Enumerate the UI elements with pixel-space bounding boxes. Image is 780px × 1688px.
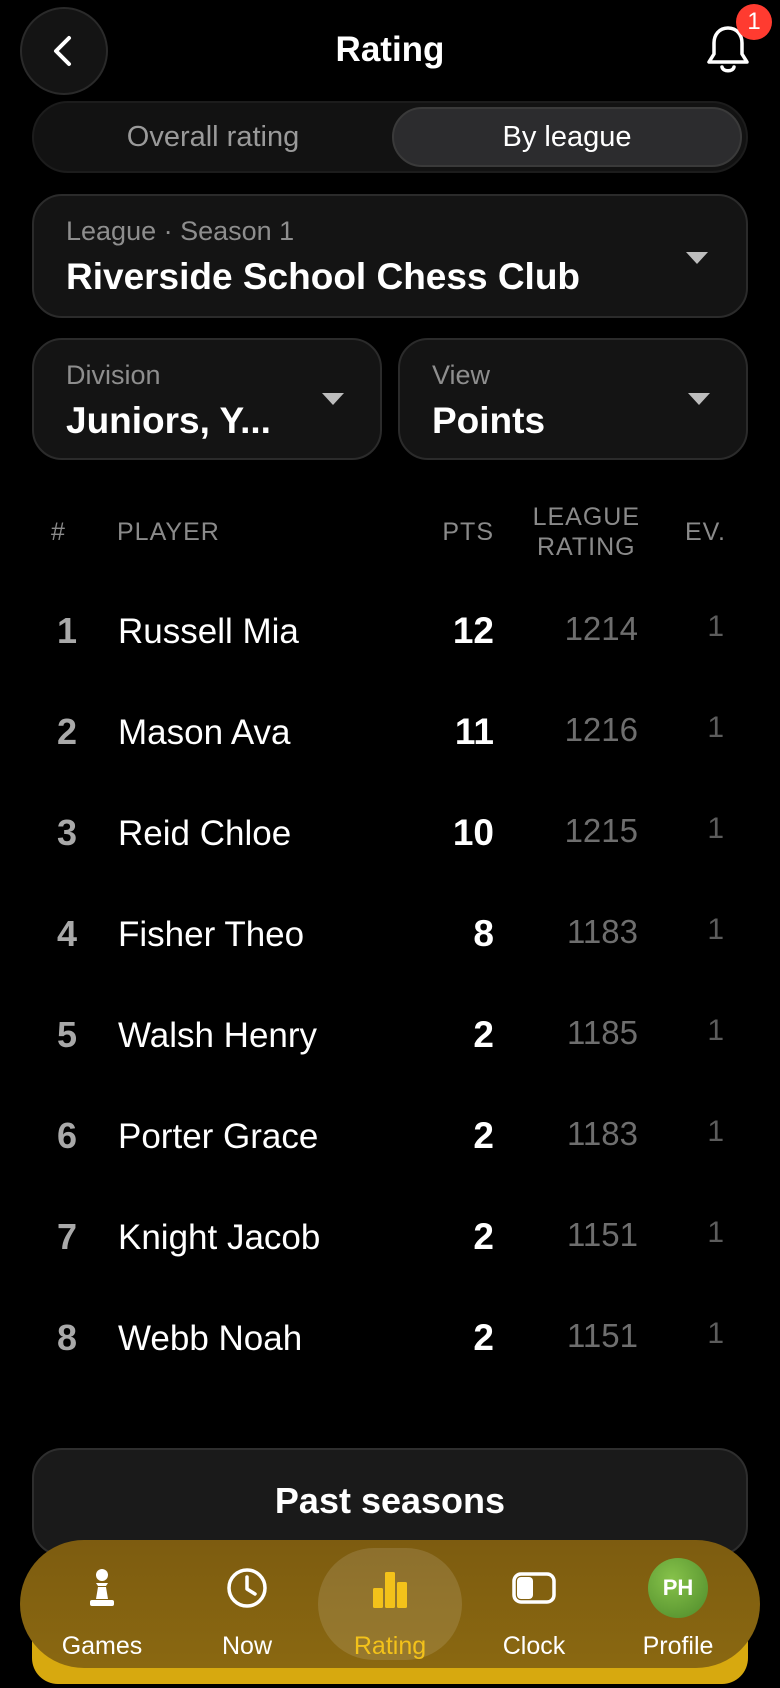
row-rank: 3 (56, 812, 78, 853)
row-events: 1 (707, 812, 724, 845)
tab-rating-label: Rating (353, 1632, 427, 1660)
tab-games-label: Games (61, 1632, 143, 1660)
avatar: PH (648, 1558, 708, 1618)
table-row[interactable]: 5 Walsh Henry 2 1185 1 (0, 1014, 780, 1114)
row-rank: 4 (56, 913, 78, 954)
table-row[interactable]: 6 Porter Grace 2 1183 1 (0, 1115, 780, 1215)
column-header-events: EV. (684, 518, 726, 546)
row-rank: 5 (56, 1014, 78, 1055)
row-points: 12 (452, 610, 494, 651)
column-header-league-rating: LEAGUE RATING (533, 502, 640, 562)
row-league-rating: 1151 (567, 1317, 638, 1354)
view-select-label: View (432, 360, 491, 390)
row-points: 10 (452, 812, 494, 853)
page-title: Rating (335, 30, 445, 69)
view-select-value: Points (432, 400, 546, 441)
row-player-name: Reid Chloe (118, 814, 292, 853)
row-player-name: Walsh Henry (118, 1016, 318, 1055)
row-events: 1 (707, 1115, 724, 1148)
bottom-tab-bar: Games Now Rating Clock PH Profile (20, 1540, 760, 1668)
row-player-name: Fisher Theo (118, 915, 305, 954)
row-rank: 2 (56, 711, 78, 752)
view-select[interactable]: View Points (398, 338, 748, 460)
row-events: 1 (707, 913, 724, 946)
row-player-name: Webb Noah (118, 1319, 303, 1358)
row-player-name: Russell Mia (118, 612, 299, 651)
tab-clock-label: Clock (502, 1632, 566, 1660)
row-player-name: Knight Jacob (118, 1218, 321, 1257)
row-league-rating: 1214 (564, 610, 638, 647)
row-points: 11 (454, 711, 494, 752)
row-league-rating: 1216 (564, 711, 638, 748)
row-player-name: Porter Grace (118, 1117, 319, 1156)
chess-clock-icon (512, 1572, 556, 1604)
row-rank: 1 (56, 610, 78, 651)
division-select-label: Division (66, 360, 161, 390)
row-events: 1 (707, 610, 724, 643)
row-league-rating: 1183 (567, 1115, 638, 1152)
tab-clock[interactable]: Clock (462, 1540, 606, 1668)
clock-icon (227, 1568, 267, 1608)
table-row[interactable]: 4 Fisher Theo 8 1183 1 (0, 913, 780, 1013)
rating-mode-toggle: Overall rating By league (32, 101, 748, 173)
tab-rating[interactable]: Rating (318, 1540, 462, 1668)
notification-badge: 1 (736, 4, 772, 40)
row-events: 1 (707, 1216, 724, 1249)
bar-chart-icon (373, 1572, 407, 1608)
row-events: 1 (707, 1014, 724, 1047)
division-select[interactable]: Division Juniors, Y... (32, 338, 382, 460)
row-events: 1 (707, 1317, 724, 1350)
tab-now-label: Now (221, 1632, 272, 1660)
tab-profile[interactable]: PH Profile (606, 1540, 750, 1668)
caret-down-icon (686, 252, 708, 264)
row-rank: 7 (56, 1216, 78, 1257)
row-league-rating: 1151 (567, 1216, 638, 1253)
league-select-value: Riverside School Chess Club (66, 256, 581, 297)
row-points: 2 (473, 1115, 494, 1156)
row-player-name: Mason Ava (118, 713, 291, 752)
column-header-rank: # (51, 518, 66, 546)
row-points: 2 (473, 1216, 494, 1257)
row-events: 1 (707, 711, 724, 744)
column-header-league-rating-line1: LEAGUE (532, 503, 640, 531)
table-row[interactable]: 3 Reid Chloe 10 1215 1 (0, 812, 780, 912)
tab-now[interactable]: Now (175, 1540, 319, 1668)
league-select-label: League · Season 1 (66, 216, 295, 246)
caret-down-icon (322, 393, 344, 405)
column-header-league-rating-line2: RATING (536, 533, 636, 561)
table-row[interactable]: 7 Knight Jacob 2 1151 1 (0, 1216, 780, 1316)
tab-overall-rating[interactable]: Overall rating (38, 107, 388, 167)
row-points: 8 (473, 913, 494, 954)
row-league-rating: 1215 (564, 812, 638, 849)
table-row[interactable]: 1 Russell Mia 12 1214 1 (0, 610, 780, 710)
column-header-pts: PTS (442, 518, 494, 546)
row-points: 2 (473, 1317, 494, 1358)
tab-profile-label: Profile (642, 1632, 714, 1660)
column-header-player: PLAYER (117, 518, 220, 546)
row-rank: 6 (56, 1115, 78, 1156)
row-league-rating: 1183 (567, 913, 638, 950)
tab-games[interactable]: Games (30, 1540, 174, 1668)
row-rank: 8 (56, 1317, 78, 1358)
caret-down-icon (688, 393, 710, 405)
row-league-rating: 1185 (567, 1014, 638, 1051)
table-row[interactable]: 8 Webb Noah 2 1151 1 (0, 1317, 780, 1417)
division-select-value: Juniors, Y... (66, 400, 271, 441)
pawn-icon (90, 1569, 114, 1606)
tab-by-league[interactable]: By league (392, 107, 742, 167)
row-points: 2 (473, 1014, 494, 1055)
league-select[interactable]: League · Season 1 Riverside School Chess… (32, 194, 748, 318)
table-row[interactable]: 2 Mason Ava 11 1216 1 (0, 711, 780, 811)
